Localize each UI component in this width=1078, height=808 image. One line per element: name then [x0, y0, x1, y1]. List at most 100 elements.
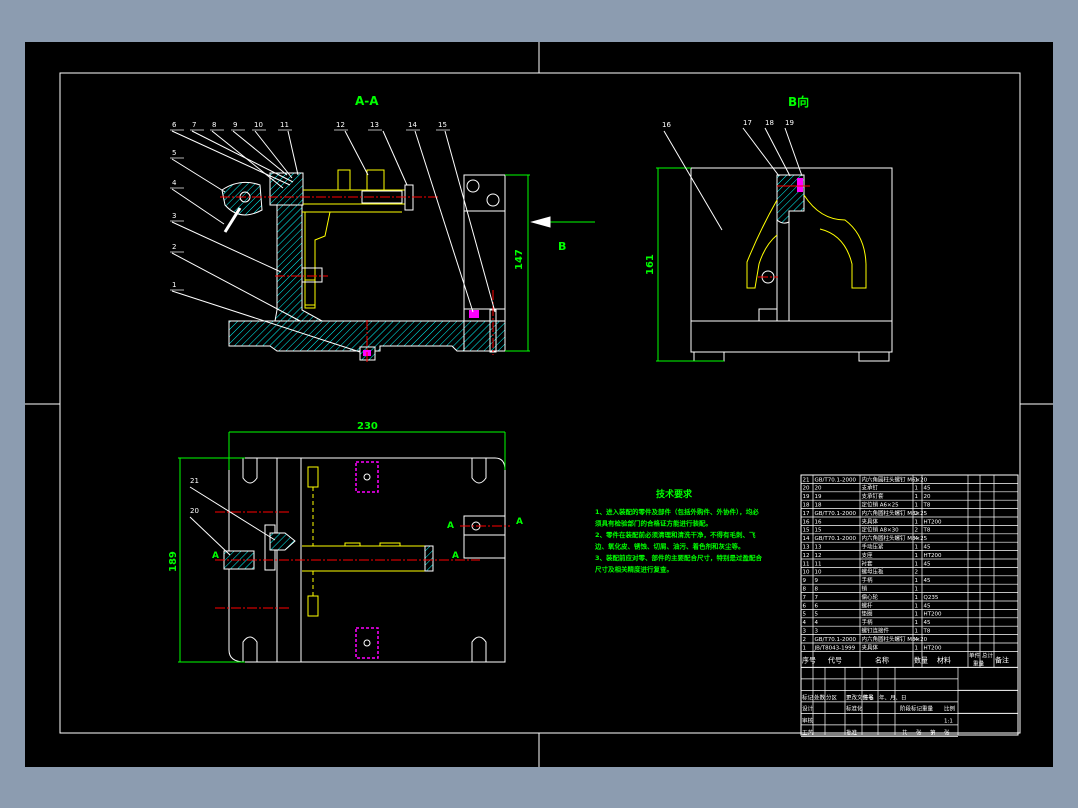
sheet-label: 共 [902, 728, 908, 736]
parts-cell: 20 [924, 494, 931, 500]
sheet-label: 张 [944, 728, 950, 736]
parts-cell: 16 [803, 519, 810, 525]
revision-header: 标记 [802, 693, 814, 701]
stage-header: 比例 [944, 704, 956, 712]
parts-cell: GB/T70.1-2000 [815, 511, 857, 517]
parts-cell: HT200 [924, 612, 942, 618]
parts-cell: 5 [815, 612, 819, 618]
parts-cell: GB/T70.1-2000 [815, 536, 857, 542]
parts-cell: 12 [815, 553, 822, 559]
parts-cell: 17 [803, 511, 810, 517]
parts-cell: 8 [803, 587, 807, 593]
parts-cell: 45 [924, 578, 931, 584]
parts-cell: 1 [915, 477, 919, 483]
parts-header: 总计 [982, 651, 994, 659]
parts-header: 名称 [875, 655, 889, 664]
parts-cell: 12 [803, 553, 810, 559]
parts-cell: GB/T70.1-2000 [815, 637, 857, 643]
parts-cell: 1 [915, 519, 919, 525]
parts-cell: 18 [815, 503, 822, 509]
parts-header: 数量 [914, 655, 928, 664]
parts-cell: 1 [915, 503, 919, 509]
section-marker-top-right: A [516, 517, 523, 527]
parts-cell: 支承钉 [862, 484, 879, 492]
parts-cell: 15 [815, 528, 822, 534]
parts-cell: 9 [803, 578, 807, 584]
balloon-label: 21 [190, 477, 199, 485]
revision-header: 年、月、日 [879, 693, 907, 701]
revision-header: 处数 [814, 693, 826, 701]
balloon-label: 6 [172, 121, 177, 129]
parts-cell: 螺杆 [862, 601, 874, 609]
parts-cell: 1 [915, 620, 919, 626]
parts-cell: 10 [803, 570, 810, 576]
parts-cell: 16 [815, 519, 822, 525]
parts-cell: 1 [915, 603, 919, 609]
parts-cell: 销 [862, 585, 868, 593]
stage-header: 重量 [922, 704, 934, 712]
parts-cell: 支座 [862, 551, 874, 559]
parts-cell: 45 [924, 620, 931, 626]
parts-cell: 夹具体 [862, 517, 879, 525]
parts-cell: GB/T70.1-2000 [815, 477, 857, 483]
parts-cell: 13 [803, 545, 810, 551]
parts-cell: 14 [803, 536, 810, 542]
stage-header: 阶段标记 [900, 704, 923, 712]
parts-cell: 1 [915, 561, 919, 567]
parts-cell: 2 [915, 511, 919, 517]
section-marker-right: A [452, 551, 459, 561]
parts-cell: JB/T8043-1999 [814, 645, 856, 651]
parts-cell: 45 [924, 545, 931, 551]
parts-cell: 4 [915, 637, 919, 643]
dimension-189: 189 [168, 551, 179, 572]
parts-cell: 定位销 A6×25 [862, 501, 900, 509]
parts-cell: HT200 [924, 645, 942, 651]
parts-cell: 1 [915, 587, 919, 593]
balloon-label: 18 [765, 119, 774, 127]
parts-cell: 螺钉连接件 [862, 627, 890, 635]
balloon-label: 11 [280, 121, 289, 129]
parts-cell: 21 [803, 477, 810, 483]
parts-cell: 45 [924, 603, 931, 609]
parts-cell: 1 [915, 545, 919, 551]
parts-cell: 1 [915, 486, 919, 492]
balloon-label: 3 [172, 212, 176, 220]
balloon-label: 5 [172, 149, 176, 157]
approve-label: 批准 [846, 728, 858, 736]
parts-cell: 1 [915, 595, 919, 601]
parts-cell: T8 [923, 629, 931, 635]
view-b-arrow-label: B [558, 240, 566, 253]
parts-cell: 4 [803, 620, 807, 626]
parts-cell: 3 [803, 629, 807, 635]
balloon-label: 20 [190, 507, 199, 515]
tech-requirement-line: 2、零件在装配前必须清理和清洗干净，不得有毛刺、飞 [595, 530, 756, 539]
parts-cell: 1 [915, 578, 919, 584]
sheet-label: 第 [930, 728, 936, 736]
parts-cell: 19 [803, 494, 810, 500]
process-label: 工艺 [802, 729, 814, 736]
parts-cell: 1 [915, 494, 919, 500]
parts-cell: 2 [915, 570, 919, 576]
parts-cell: 5 [803, 612, 807, 618]
parts-cell: 7 [803, 595, 807, 601]
parts-cell: 11 [803, 561, 810, 567]
parts-cell: 8 [815, 587, 819, 593]
parts-cell: 1 [915, 629, 919, 635]
parts-header: 代号 [828, 655, 842, 664]
tech-requirement-line: 边、氧化皮、锈蚀、切屑、油污、着色剂和灰尘等。 [594, 542, 745, 551]
parts-cell: Q235 [924, 595, 939, 601]
design-label: 设计 [802, 704, 814, 712]
parts-cell: 6 [803, 603, 807, 609]
tech-requirement-line: 尺寸及相关精度进行复查。 [595, 565, 673, 574]
scale-value: 1:1 [944, 718, 953, 724]
parts-cell: 45 [924, 561, 931, 567]
tech-requirement-line: 3、装配前应对零、部件的主要配合尺寸，特别是过盈配合 [595, 553, 763, 562]
parts-cell: 18 [803, 503, 810, 509]
drawing-sheet [25, 42, 1053, 767]
review-label: 审核 [802, 716, 814, 724]
balloon-label: 1 [172, 281, 176, 289]
balloon-label: 10 [254, 121, 263, 129]
parts-header: 备注 [995, 655, 1009, 664]
parts-cell: T8 [923, 503, 931, 509]
balloon-label: 9 [233, 121, 237, 129]
